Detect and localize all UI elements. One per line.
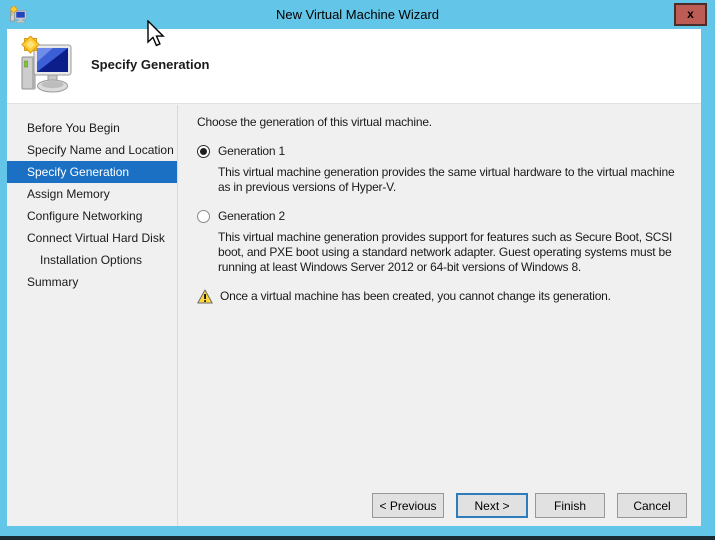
new-vm-computer-icon — [19, 36, 73, 98]
cancel-button[interactable]: Cancel — [617, 493, 687, 518]
generation-1-description: This virtual machine generation provides… — [218, 165, 687, 195]
sidebar-item-specify-generation[interactable]: Specify Generation — [7, 161, 177, 183]
screen-bottom-edge — [0, 536, 715, 540]
sidebar-item-specify-name-and-location[interactable]: Specify Name and Location — [7, 139, 177, 161]
wizard-header: Specify Generation — [7, 29, 701, 104]
close-button[interactable]: x — [674, 3, 707, 26]
generation-2-description: This virtual machine generation provides… — [218, 230, 687, 275]
sidebar-item-installation-options[interactable]: Installation Options — [7, 249, 177, 271]
desktop-background: New Virtual Machine Wizard x — [0, 0, 715, 540]
sidebar-item-assign-memory[interactable]: Assign Memory — [7, 183, 177, 205]
sidebar-item-before-you-begin[interactable]: Before You Begin — [7, 117, 177, 139]
wizard-page-content: Choose the generation of this virtual ma… — [178, 105, 701, 526]
generation-1-label[interactable]: Generation 1 — [218, 144, 285, 159]
generation-2-label[interactable]: Generation 2 — [218, 209, 285, 224]
sidebar-item-summary[interactable]: Summary — [7, 271, 177, 293]
page-title: Specify Generation — [91, 57, 209, 72]
next-button[interactable]: Next > — [456, 493, 528, 518]
generation-2-radio[interactable] — [197, 210, 210, 223]
wizard-button-bar: < Previous Next > Finish Cancel — [372, 493, 687, 518]
sidebar-item-connect-virtual-hard-disk[interactable]: Connect Virtual Hard Disk — [7, 227, 177, 249]
generation-warning-text: Once a virtual machine has been created,… — [220, 289, 611, 304]
sidebar-item-configure-networking[interactable]: Configure Networking — [7, 205, 177, 227]
generation-1-radio[interactable] — [197, 145, 210, 158]
wizard-steps-sidebar: Before You Begin Specify Name and Locati… — [7, 105, 178, 526]
window-title: New Virtual Machine Wizard — [0, 0, 715, 29]
previous-button[interactable]: < Previous — [372, 493, 444, 518]
warning-icon — [197, 289, 213, 304]
intro-text: Choose the generation of this virtual ma… — [197, 115, 687, 130]
finish-button[interactable]: Finish — [535, 493, 605, 518]
wizard-window: Specify Generation Before You Begin Spec… — [7, 29, 701, 526]
window-titlebar[interactable]: New Virtual Machine Wizard x — [0, 0, 715, 29]
